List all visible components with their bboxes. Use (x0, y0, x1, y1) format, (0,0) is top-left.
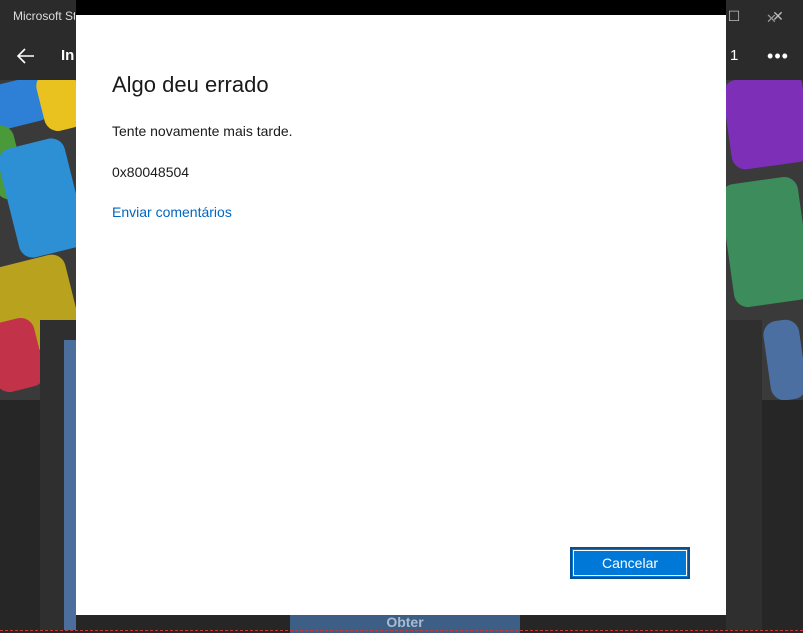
app-card-image (64, 340, 76, 630)
send-feedback-link[interactable]: Enviar comentários (112, 204, 232, 220)
dialog-message: Tente novamente mais tarde. (112, 123, 293, 139)
hero-tile (718, 175, 803, 309)
back-button[interactable] (6, 36, 46, 76)
error-code: 0x80048504 (112, 164, 190, 180)
maximize-icon: ☐ (727, 7, 741, 24)
dialog-close-icon[interactable]: ✕ (766, 11, 777, 27)
tab-home[interactable]: Início (61, 47, 75, 64)
more-icon: ••• (767, 45, 789, 66)
hero-tile (721, 80, 803, 172)
arrow-left-icon (16, 48, 34, 64)
error-dialog: ✕ Algo deu errado Tente novamente mais t… (76, 11, 777, 615)
window-title: Microsoft Store (13, 9, 75, 23)
close-window-button[interactable]: ✕ (755, 0, 801, 32)
app-card[interactable] (726, 320, 762, 630)
more-button[interactable]: ••• (760, 42, 796, 70)
hero-tile (761, 317, 803, 400)
downloads-count[interactable]: 1 (730, 47, 738, 64)
cancel-button[interactable]: Cancelar (570, 547, 690, 579)
dialog-title: Algo deu errado (112, 72, 269, 97)
dialog-title-bar (76, 0, 726, 15)
